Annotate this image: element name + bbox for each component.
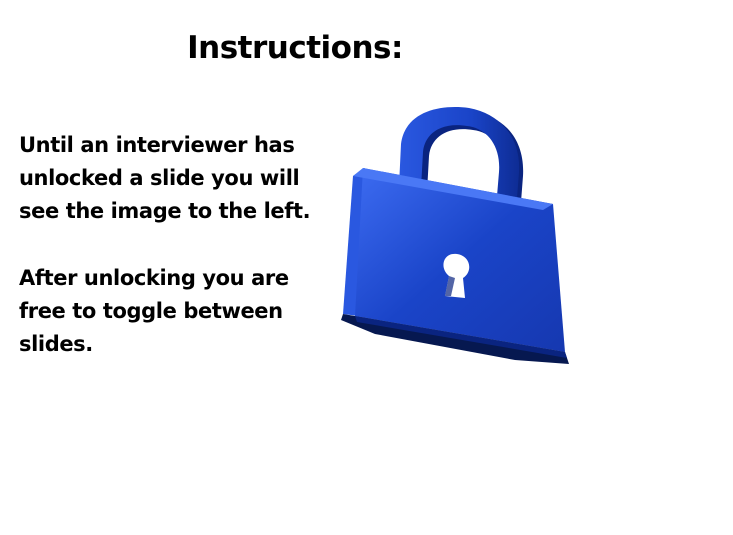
- padlock-icon: [341, 107, 569, 364]
- instruction-paragraph-unlocked: After unlocking you are free to toggle b…: [19, 266, 289, 356]
- slide-title: Instructions:: [187, 30, 403, 66]
- instruction-paragraph-locked: Until an interviewer has unlocked a slid…: [19, 133, 311, 223]
